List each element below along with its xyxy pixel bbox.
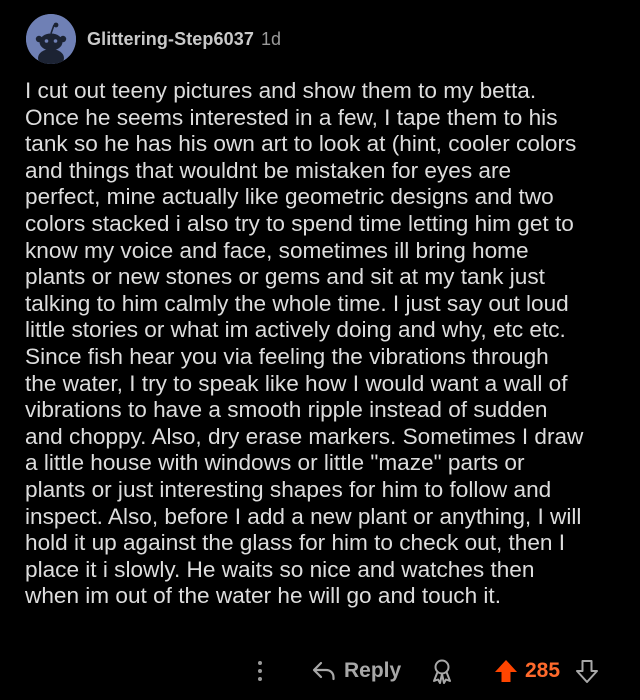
comment-line: place it i slowly. He waits so nice and …	[25, 556, 535, 582]
vote-score: 285	[525, 659, 561, 682]
comment-line: Once he seems interested in a few, I tap…	[25, 104, 558, 130]
comment-line: hold it up against the glass for him to …	[25, 530, 566, 556]
more-options-button[interactable]	[252, 656, 268, 686]
avatar[interactable]	[26, 14, 76, 64]
username[interactable]: Glittering-Step6037	[87, 29, 254, 50]
reply-arrow-icon	[312, 661, 335, 681]
comment-line: inspect. Also, before I add a new plant …	[25, 503, 582, 529]
comment-header: Glittering-Step6037 1d	[26, 14, 281, 64]
more-vertical-icon	[258, 661, 262, 665]
comment-line: perfect, mine actually like geometric de…	[25, 184, 554, 210]
comment-line: plants or new stones or gems and sit at …	[25, 264, 545, 290]
comment-line: know my voice and face, sometimes ill br…	[25, 237, 529, 263]
snoo-avatar-icon	[26, 14, 76, 64]
comment-line: plants or just interesting shapes for hi…	[25, 476, 552, 502]
comment-line: and choppy. Also, dry erase markers. Som…	[25, 423, 584, 449]
comment-body: I cut out teeny pictures and show them t…	[25, 78, 625, 610]
comment-line: I cut out teeny pictures and show them t…	[25, 78, 537, 103]
comment-action-bar: Reply 285	[0, 650, 640, 692]
upvote-button[interactable]	[494, 658, 518, 684]
comment-line: little stories or what im actively doing…	[25, 317, 566, 343]
comment-line: colors stacked i also try to spend time …	[25, 210, 574, 236]
reply-label: Reply	[344, 659, 402, 682]
comment-line: when im out of the water he will go and …	[25, 583, 501, 609]
timestamp: 1d	[260, 28, 281, 49]
downvote-arrow-icon	[576, 660, 598, 683]
award-button[interactable]	[430, 658, 454, 684]
award-icon	[433, 659, 451, 684]
comment-line: and things that wouldnt be mistaken for …	[25, 157, 512, 183]
downvote-button[interactable]	[575, 658, 599, 684]
comment-line: a little house with windows or little "m…	[25, 450, 525, 476]
comment-line: talking to him calmly the whole time. I …	[25, 290, 569, 316]
comment-line: the water, I try to speak like how I wou…	[25, 370, 568, 396]
comment-line: tank so he has his own art to look at (h…	[25, 131, 577, 157]
upvote-arrow-icon	[495, 660, 517, 682]
comment-line: vibrations to have a smooth ripple inste…	[25, 397, 548, 423]
reply-button[interactable]: Reply	[312, 656, 401, 686]
comment-line: Since fish hear you via feeling the vibr…	[25, 343, 549, 369]
